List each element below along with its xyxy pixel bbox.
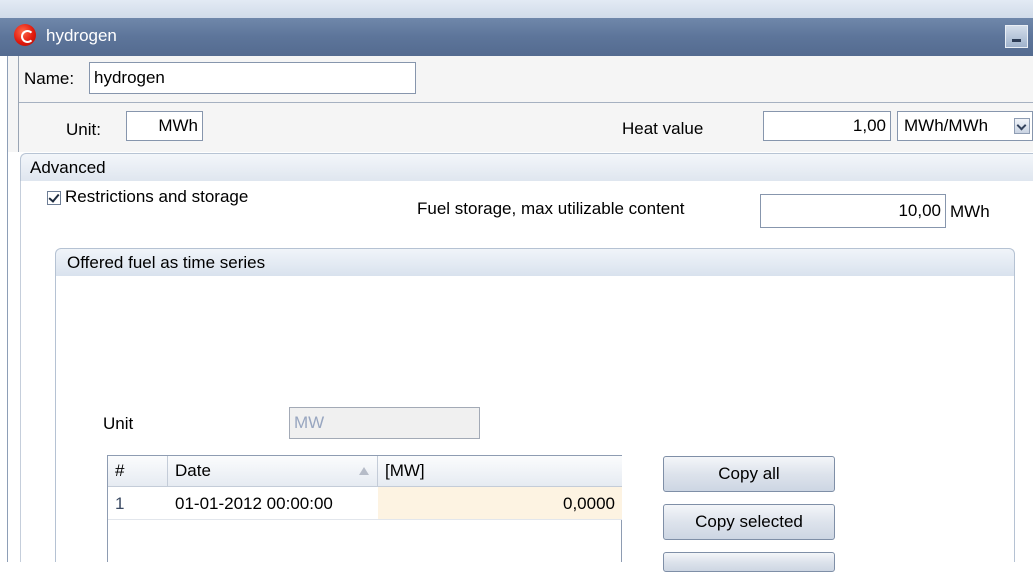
advanced-group-header[interactable] <box>20 153 1033 181</box>
time-series-table[interactable]: # Date [MW] 1 01-01-2012 00:00:00 0,0000 <box>107 455 622 562</box>
unit-label: Unit: <box>66 120 101 139</box>
fuel-storage-input[interactable]: 10,00 <box>760 194 946 228</box>
restrictions-checkbox[interactable] <box>47 191 61 205</box>
column-header-mw[interactable]: [MW] <box>378 456 622 487</box>
heat-unit-select[interactable]: MWh/MWh <box>897 111 1033 141</box>
column-header-date-label: Date <box>175 461 211 480</box>
copy-selected-button[interactable]: Copy selected <box>663 504 835 540</box>
heat-value-label: Heat value <box>622 119 704 138</box>
heat-unit-value: MWh/MWh <box>904 116 989 135</box>
fuel-storage-label: Fuel storage, max utilizable content <box>417 199 685 218</box>
time-series-unit-label: Unit <box>103 414 134 433</box>
fuel-storage-unit: MWh <box>950 202 990 221</box>
table-cell-date[interactable]: 01-01-2012 00:00:00 <box>168 487 378 520</box>
window-title: hydrogen <box>46 26 117 45</box>
sort-ascending-icon <box>359 467 369 475</box>
unit-input[interactable]: MWh <box>126 111 203 141</box>
app-logo-icon <box>14 24 36 46</box>
advanced-group-title: Advanced <box>30 158 106 177</box>
table-cell-mw[interactable]: 0,0000 <box>378 487 622 520</box>
partially-visible-button[interactable] <box>663 552 835 572</box>
table-cell-number[interactable]: 1 <box>108 487 168 520</box>
restrictions-label[interactable]: Restrictions and storage <box>65 187 248 207</box>
chevron-down-icon[interactable] <box>1014 118 1030 134</box>
minimize-button[interactable] <box>1005 25 1028 48</box>
column-header-date[interactable]: Date <box>168 456 378 487</box>
name-input[interactable]: hydrogen <box>89 62 416 94</box>
copy-all-button[interactable]: Copy all <box>663 456 835 492</box>
title-bar[interactable] <box>0 18 1033 56</box>
offered-fuel-group-title: Offered fuel as time series <box>67 253 266 272</box>
heat-value-input[interactable]: 1,00 <box>763 111 891 141</box>
time-series-unit-input: MW <box>289 407 480 439</box>
name-label: Name: <box>24 69 75 88</box>
column-header-number[interactable]: # <box>108 456 168 487</box>
